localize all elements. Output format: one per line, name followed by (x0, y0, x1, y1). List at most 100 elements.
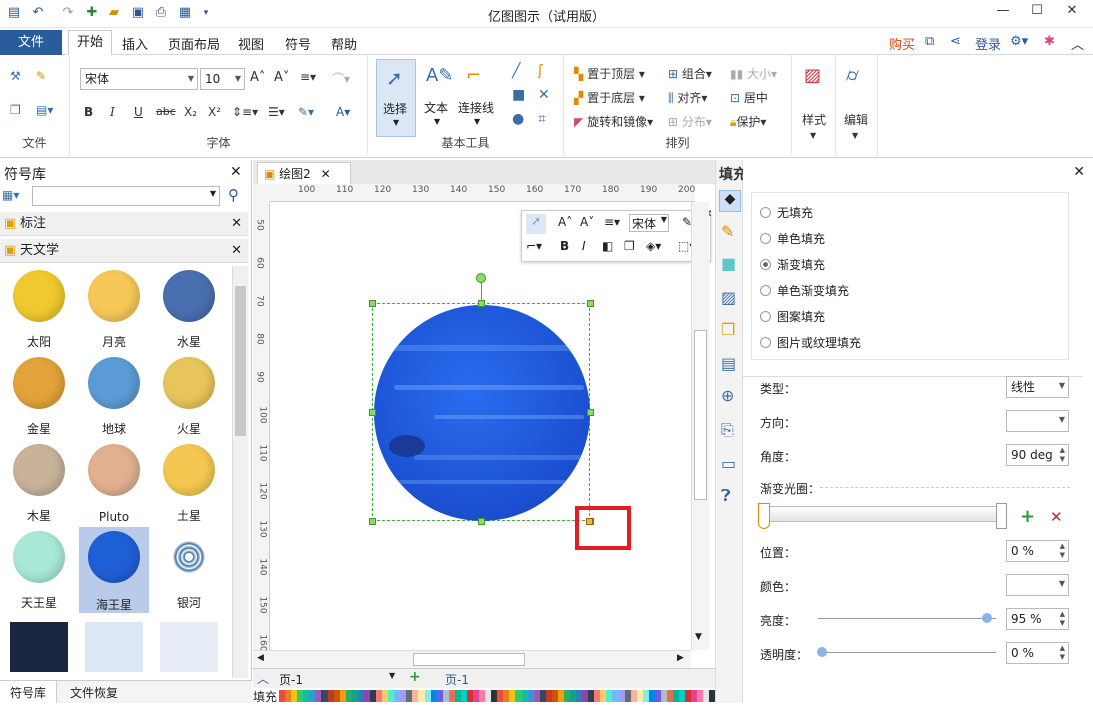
font-size-select[interactable]: 10 ▼ (200, 68, 245, 90)
transparency-spinner[interactable]: 0 % ▲ ▼ (1006, 642, 1069, 664)
resize-handle[interactable] (587, 300, 594, 307)
underline-icon[interactable]: U (134, 105, 143, 119)
tab-view[interactable]: 视图 (238, 34, 264, 53)
font-color-icon[interactable]: A▾ (336, 105, 350, 119)
tab-help[interactable]: 帮助 (331, 34, 357, 53)
help-tab-icon[interactable]: ❓︎ (721, 486, 731, 506)
font-grow-icon[interactable]: A˄ (558, 215, 572, 229)
attachment-tab-icon[interactable]: ⎘ (721, 420, 734, 440)
theme-icon[interactable]: ✱ (1044, 34, 1055, 49)
fill-tab-icon[interactable]: ◆ (719, 190, 741, 212)
file-menu[interactable]: 文件 (0, 30, 62, 55)
brightness-slider[interactable] (818, 618, 996, 619)
symbol-item[interactable]: 地球 (79, 353, 149, 437)
radio-button[interactable] (760, 207, 771, 218)
distribute-button[interactable]: ⊞ 分布▾ (668, 113, 712, 130)
symbol-item[interactable]: Pluto (79, 440, 149, 524)
style-group[interactable]: ▨ 样式 ▼ (792, 55, 836, 155)
brush-icon[interactable]: ✎ (36, 69, 46, 83)
line-icon[interactable]: ╱ (512, 63, 520, 79)
center-button[interactable]: ⊡ 居中 (730, 89, 768, 106)
fill-option[interactable]: 渐变填充 (760, 256, 825, 273)
minimize-icon[interactable]: — (993, 3, 1013, 21)
section-astronomy[interactable]: ▣ 天文学 ✕ (0, 239, 248, 263)
image-tab-icon[interactable]: ▨ (721, 288, 736, 307)
maximize-icon[interactable]: ☐ (1027, 3, 1047, 21)
login-link[interactable]: 登录 (975, 34, 1001, 53)
color-swatches[interactable] (279, 690, 716, 702)
comment-tab-icon[interactable]: ▭ (721, 454, 736, 473)
color-select[interactable]: ▼ (1006, 574, 1069, 596)
crop-icon[interactable]: ⌗ (538, 111, 546, 127)
strikethrough-icon[interactable]: abc (156, 105, 176, 118)
italic-icon[interactable]: I (582, 239, 586, 253)
symbol-item[interactable]: 金星 (4, 353, 74, 437)
fill-option[interactable]: 图片或纹理填充 (760, 334, 861, 351)
symbol-item[interactable]: 天王星 (4, 527, 74, 611)
paint-format-icon[interactable]: ⚒ (10, 69, 21, 83)
close-library-icon[interactable]: ✕ (230, 164, 242, 180)
ellipse-icon[interactable]: ● (512, 111, 524, 127)
spacing-icon[interactable]: ⇕≡▾ (232, 105, 258, 119)
line-spacing-icon[interactable]: ⌒▾ (332, 70, 350, 87)
subscript-icon[interactable]: X₂ (184, 105, 197, 119)
text-align-icon[interactable]: ≡▾ (300, 70, 316, 84)
pencil-rocket-icon[interactable] (160, 622, 218, 672)
font-shrink-icon[interactable]: A˅ (274, 70, 289, 85)
resize-handle[interactable] (369, 300, 376, 307)
bold-icon[interactable]: B (560, 239, 569, 253)
bullet-list-icon[interactable]: ☰▾ (268, 105, 285, 119)
shadow-tab-icon[interactable]: ■ (721, 254, 736, 273)
symbol-item[interactable]: 太阳 (4, 266, 74, 350)
tab-insert[interactable]: 插入 (122, 34, 148, 53)
radio-button[interactable] (760, 259, 771, 270)
gradient-stop-left[interactable] (758, 503, 770, 529)
horizontal-scrollbar[interactable]: ◀ ▶ (253, 650, 691, 668)
neptune-shape[interactable] (374, 305, 590, 521)
tab-symbol[interactable]: 符号 (285, 34, 311, 53)
send-to-back-button[interactable]: ▞ 置于底层 ▾ (574, 89, 645, 106)
collapse-ribbon-icon[interactable]: ︿ (1071, 34, 1084, 53)
protect-button[interactable]: 🔒︎保护▾ (730, 113, 766, 130)
symbol-item[interactable]: 海王星 (79, 527, 149, 613)
starfield-icon[interactable] (10, 622, 68, 672)
remove-stop-icon[interactable]: ✕ (1050, 508, 1063, 526)
page-tab-icon[interactable]: ▤ (721, 354, 736, 373)
close-section-icon[interactable]: ✕ (231, 239, 242, 263)
text-tool-button[interactable]: A✎ 文本 ▼ (420, 59, 456, 137)
connector-icon[interactable]: ⌐▾ (526, 239, 542, 253)
library-search-input[interactable]: ▼ (32, 186, 220, 206)
search-icon[interactable]: ⚲ (228, 186, 239, 204)
connector-tool-button[interactable]: ⌐ 连接线 ▼ (458, 59, 498, 137)
position-spinner[interactable]: 0 % ▲ ▼ (1006, 540, 1069, 562)
font-name-select[interactable]: 宋体 ▼ (80, 68, 198, 90)
bring-to-front-button[interactable]: ▚ 置于顶层 ▾ (574, 65, 645, 82)
cross-icon[interactable]: ✕ (538, 87, 550, 103)
gradient-bar[interactable] (760, 506, 1006, 522)
hyperlink-tab-icon[interactable]: ⊕ (721, 386, 734, 405)
tab-start[interactable]: 开始 (68, 30, 113, 56)
radio-button[interactable] (760, 285, 771, 296)
add-page-icon[interactable]: + (409, 669, 421, 685)
font-shrink-icon[interactable]: A˅ (580, 215, 594, 229)
select-icon[interactable]: ➚ (526, 214, 546, 234)
page-select[interactable]: 页-1 (279, 671, 303, 688)
rotate-mirror-button[interactable]: ◤ 旋转和镜像▾ (574, 113, 653, 130)
transparency-thumb[interactable] (817, 647, 827, 657)
group-button[interactable]: ⊞ 组合▾ (668, 65, 712, 82)
curve-icon[interactable]: ʃ (538, 63, 543, 79)
font-grow-icon[interactable]: A˄ (250, 70, 265, 85)
edit-group[interactable]: ⌭ 编辑 ▼ (836, 55, 878, 155)
tab-file-recovery[interactable]: 文件恢复 (70, 684, 118, 701)
resize-handle[interactable] (587, 409, 594, 416)
layer-tab-icon[interactable]: ❐ (721, 320, 735, 339)
back-icon[interactable]: ❐ (624, 239, 635, 253)
select-tool-button[interactable]: ➚ 选择 ▼ (376, 59, 416, 137)
add-stop-icon[interactable]: + (1020, 506, 1035, 527)
superscript-icon[interactable]: X² (208, 105, 221, 119)
fill-option[interactable]: 图案填充 (760, 308, 825, 325)
resize-handle[interactable] (369, 409, 376, 416)
bold-icon[interactable]: B (84, 105, 93, 119)
brightness-thumb[interactable] (982, 613, 992, 623)
document-tab[interactable]: ▣ 绘图2 ✕ (257, 162, 351, 184)
